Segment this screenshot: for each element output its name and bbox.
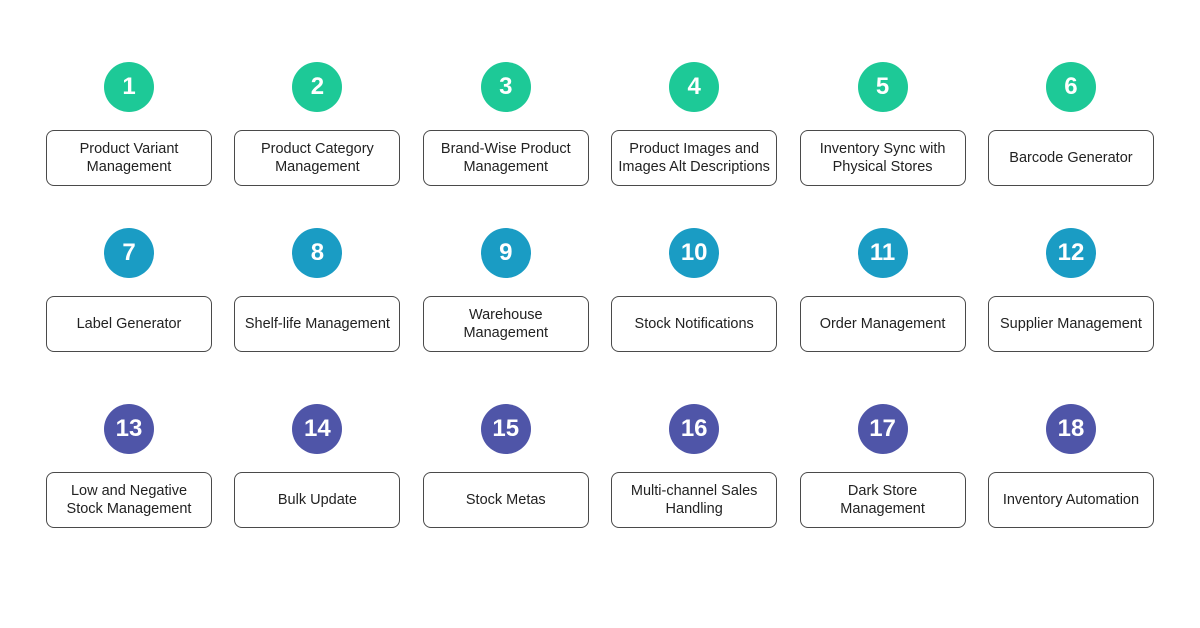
feature-item: 3 Brand-Wise Product Management xyxy=(421,62,591,186)
feature-grid: 1 Product Variant Management 2 Product Cate… xyxy=(44,62,1156,528)
number-badge: 16 xyxy=(669,404,720,454)
number-badge: 2 xyxy=(292,62,343,112)
feature-item: 18 Inventory Automation xyxy=(986,404,1156,528)
feature-label-box: Label Generator xyxy=(46,296,212,352)
feature-label-box: Multi-channel Sales Handling xyxy=(611,472,778,528)
feature-label-box: Brand-Wise Product Management xyxy=(422,130,589,186)
feature-label-box: Stock Notifications xyxy=(611,296,778,352)
feature-label-box: Order Management xyxy=(799,296,966,352)
feature-label-box: Barcode Generator xyxy=(987,130,1154,186)
feature-label-box: Inventory Automation xyxy=(987,472,1154,528)
feature-label-box: Stock Metas xyxy=(422,472,589,528)
feature-item: 2 Product Category Management xyxy=(232,62,402,186)
feature-item: 4 Product Images and Images Alt Descripti… xyxy=(609,62,779,186)
number-badge: 10 xyxy=(669,228,720,278)
feature-label-box: Bulk Update xyxy=(234,472,401,528)
feature-item: 1 Product Variant Management xyxy=(44,62,214,186)
feature-item: 5 Inventory Sync with Physical Stores xyxy=(798,62,968,186)
feature-label-box: Product Images and Images Alt Descriptio… xyxy=(611,130,778,186)
number-badge: 14 xyxy=(292,404,343,454)
number-badge: 5 xyxy=(857,62,908,112)
feature-item: 16 Multi-channel Sales Handling xyxy=(609,404,779,528)
feature-label-box: Warehouse Management xyxy=(422,296,589,352)
feature-label-box: Product Variant Management xyxy=(46,130,212,186)
feature-item: 15 Stock Metas xyxy=(421,404,591,528)
feature-label-box: Shelf-life Management xyxy=(234,296,401,352)
feature-label-box: Inventory Sync with Physical Stores xyxy=(799,130,966,186)
number-badge: 6 xyxy=(1045,62,1096,112)
feature-label-box: Supplier Management xyxy=(987,296,1154,352)
number-badge: 8 xyxy=(292,228,343,278)
number-badge: 13 xyxy=(104,404,154,454)
number-badge: 17 xyxy=(857,404,908,454)
feature-item: 14 Bulk Update xyxy=(232,404,402,528)
feature-label-box: Product Category Management xyxy=(234,130,401,186)
feature-label-box: Dark Store Management xyxy=(799,472,966,528)
number-badge: 3 xyxy=(480,62,531,112)
feature-item: 7 Label Generator xyxy=(44,228,214,352)
number-badge: 12 xyxy=(1045,228,1096,278)
feature-item: 9 Warehouse Management xyxy=(421,228,591,352)
feature-item: 10 Stock Notifications xyxy=(609,228,779,352)
feature-label-box: Low and Negative Stock Management xyxy=(46,472,212,528)
feature-item: 13 Low and Negative Stock Management xyxy=(44,404,214,528)
feature-item: 6 Barcode Generator xyxy=(986,62,1156,186)
number-badge: 18 xyxy=(1045,404,1096,454)
number-badge: 4 xyxy=(669,62,720,112)
feature-item: 11 Order Management xyxy=(798,228,968,352)
feature-item: 8 Shelf-life Management xyxy=(232,228,402,352)
feature-item: 17 Dark Store Management xyxy=(798,404,968,528)
number-badge: 7 xyxy=(104,228,154,278)
number-badge: 15 xyxy=(480,404,531,454)
number-badge: 9 xyxy=(480,228,531,278)
feature-item: 12 Supplier Management xyxy=(986,228,1156,352)
number-badge: 11 xyxy=(857,228,908,278)
number-badge: 1 xyxy=(104,62,154,112)
